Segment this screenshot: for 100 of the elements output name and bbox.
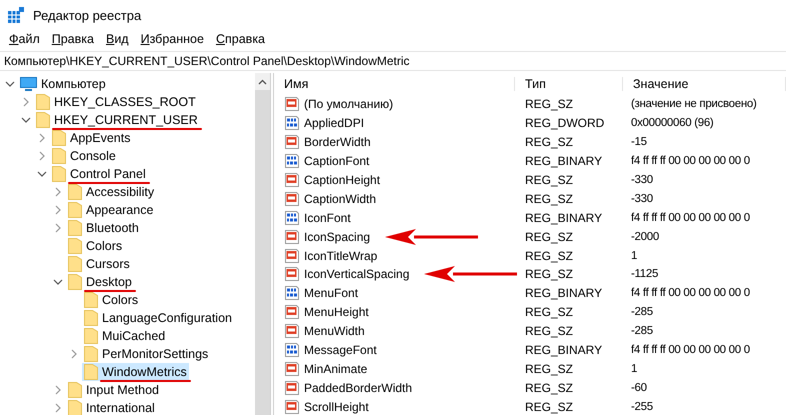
value-name: MessageFont bbox=[304, 343, 377, 358]
column-header[interactable]: Значение bbox=[623, 77, 786, 91]
tree-item[interactable]: International bbox=[66, 399, 157, 415]
tree-item[interactable]: AppEvents bbox=[50, 129, 132, 147]
tree-item[interactable]: Colors bbox=[66, 237, 124, 255]
string-value-icon bbox=[284, 360, 300, 377]
menu-item[interactable]: Вид bbox=[100, 32, 134, 46]
chevron-down-icon[interactable] bbox=[53, 279, 63, 285]
menu-item[interactable]: Правка bbox=[46, 32, 99, 46]
string-value-icon bbox=[284, 134, 300, 150]
value-type: REG_BINARY bbox=[525, 210, 602, 225]
folder-icon bbox=[68, 382, 82, 398]
folder-icon bbox=[84, 346, 98, 362]
value-name: MenuHeight bbox=[304, 305, 369, 320]
chevron-down-icon[interactable] bbox=[37, 171, 47, 177]
folder-icon bbox=[68, 202, 82, 218]
scroll-up-icon[interactable] bbox=[258, 78, 267, 84]
value-type: REG_SZ bbox=[525, 230, 574, 244]
string-value-icon bbox=[284, 304, 300, 320]
chevron-down-icon[interactable] bbox=[5, 81, 15, 87]
tree-item[interactable]: Desktop bbox=[66, 273, 134, 291]
tree-item[interactable]: LanguageConfiguration bbox=[82, 309, 234, 327]
chevron-right-icon[interactable] bbox=[23, 97, 29, 107]
value-type: REG_SZ bbox=[525, 267, 574, 282]
value-name: CaptionHeight bbox=[304, 173, 380, 187]
value-name: IconVerticalSpacing bbox=[304, 267, 410, 282]
string-value-icon bbox=[284, 172, 300, 188]
column-header[interactable]: Имя bbox=[274, 77, 515, 91]
string-value-icon bbox=[284, 96, 300, 112]
chevron-down-icon[interactable] bbox=[21, 117, 31, 123]
folder-icon bbox=[68, 238, 82, 254]
binary-value-icon bbox=[284, 115, 300, 132]
value-data: -330 bbox=[631, 174, 653, 186]
chevron-right-icon[interactable] bbox=[55, 403, 61, 413]
value-data: -2000 bbox=[631, 230, 659, 243]
value-name: (По умолчанию) bbox=[304, 97, 394, 112]
string-value-icon bbox=[284, 228, 300, 245]
value-data: f4 ff ff ff 00 00 00 00 00 0 bbox=[631, 212, 750, 224]
tree-item[interactable]: Input Method bbox=[66, 381, 161, 399]
chevron-right-icon[interactable] bbox=[55, 187, 61, 197]
value-name: ScrollHeight bbox=[304, 400, 369, 414]
folder-icon bbox=[52, 130, 66, 146]
chevron-right-icon[interactable] bbox=[71, 349, 77, 359]
chevron-right-icon[interactable] bbox=[55, 223, 61, 233]
address-field[interactable]: Компьютер\HKEY_CURRENT_USER\Control Panel\Desktop\WindowMetric bbox=[0, 51, 786, 71]
chevron-right-icon[interactable] bbox=[39, 151, 45, 161]
menu-item[interactable]: Файл bbox=[4, 32, 45, 46]
value-type: REG_SZ bbox=[525, 135, 574, 150]
tree-item[interactable]: PerMonitorSettings bbox=[82, 345, 210, 363]
value-data: (значение не присвоено) bbox=[631, 98, 757, 110]
column-header[interactable]: Тип bbox=[515, 77, 623, 91]
value-name: MinAnimate bbox=[304, 362, 368, 376]
tree-item[interactable]: Colors bbox=[82, 291, 140, 309]
value-name: AppliedDPI bbox=[304, 116, 364, 130]
value-type: REG_SZ bbox=[525, 173, 574, 187]
chevron-right-icon[interactable] bbox=[55, 205, 61, 215]
value-data: -285 bbox=[631, 306, 653, 318]
tree-item[interactable]: Console bbox=[50, 147, 118, 165]
tree-item[interactable]: WindowMetrics bbox=[82, 363, 189, 381]
folder-icon bbox=[84, 364, 98, 380]
value-type: REG_BINARY bbox=[525, 154, 602, 168]
computer-icon bbox=[20, 76, 37, 92]
string-value-icon bbox=[284, 266, 300, 282]
value-type: REG_SZ bbox=[525, 324, 574, 338]
tree-item[interactable]: Компьютер bbox=[18, 75, 108, 93]
value-type: REG_BINARY bbox=[525, 286, 602, 300]
value-type: REG_DWORD bbox=[525, 116, 604, 130]
chevron-right-icon[interactable] bbox=[39, 133, 45, 143]
tree-item[interactable]: Bluetooth bbox=[66, 219, 141, 237]
scrollbar[interactable] bbox=[255, 73, 270, 415]
menu-item[interactable]: Избранное bbox=[136, 32, 209, 46]
tree-item[interactable]: Cursors bbox=[66, 255, 132, 273]
value-data: f4 ff ff ff 00 00 00 00 00 0 bbox=[631, 287, 750, 300]
tree-item[interactable]: HKEY_CLASSES_ROOT bbox=[34, 93, 198, 111]
value-data: -255 bbox=[631, 400, 653, 413]
binary-value-icon bbox=[284, 153, 300, 170]
value-type: REG_SZ bbox=[525, 400, 574, 414]
value-name: IconTitleWrap bbox=[304, 248, 378, 263]
folder-icon bbox=[68, 256, 82, 272]
value-type: REG_SZ bbox=[525, 248, 574, 263]
value-data: -60 bbox=[631, 382, 647, 394]
value-type: REG_SZ bbox=[525, 192, 574, 206]
value-data: -285 bbox=[631, 325, 653, 338]
binary-value-icon bbox=[284, 285, 300, 302]
tree-item[interactable]: Control Panel bbox=[50, 165, 148, 183]
string-value-icon bbox=[284, 248, 300, 264]
chevron-right-icon[interactable] bbox=[55, 385, 61, 395]
value-name: CaptionFont bbox=[304, 154, 370, 168]
tree-item[interactable]: Appearance bbox=[66, 201, 156, 219]
value-type: REG_SZ bbox=[525, 380, 574, 395]
tree-item[interactable]: MuiCached bbox=[82, 327, 168, 345]
value-data: 0x00000060 (96) bbox=[631, 117, 714, 130]
value-type: REG_SZ bbox=[525, 97, 574, 112]
string-value-icon bbox=[284, 380, 300, 396]
value-name: PaddedBorderWidth bbox=[304, 380, 412, 395]
folder-icon bbox=[68, 220, 82, 236]
tree-item[interactable]: Accessibility bbox=[66, 183, 156, 201]
menu-item[interactable]: Справка bbox=[210, 32, 270, 46]
value-data: -15 bbox=[631, 136, 647, 148]
tree-item[interactable]: HKEY_CURRENT_USER bbox=[34, 111, 200, 129]
